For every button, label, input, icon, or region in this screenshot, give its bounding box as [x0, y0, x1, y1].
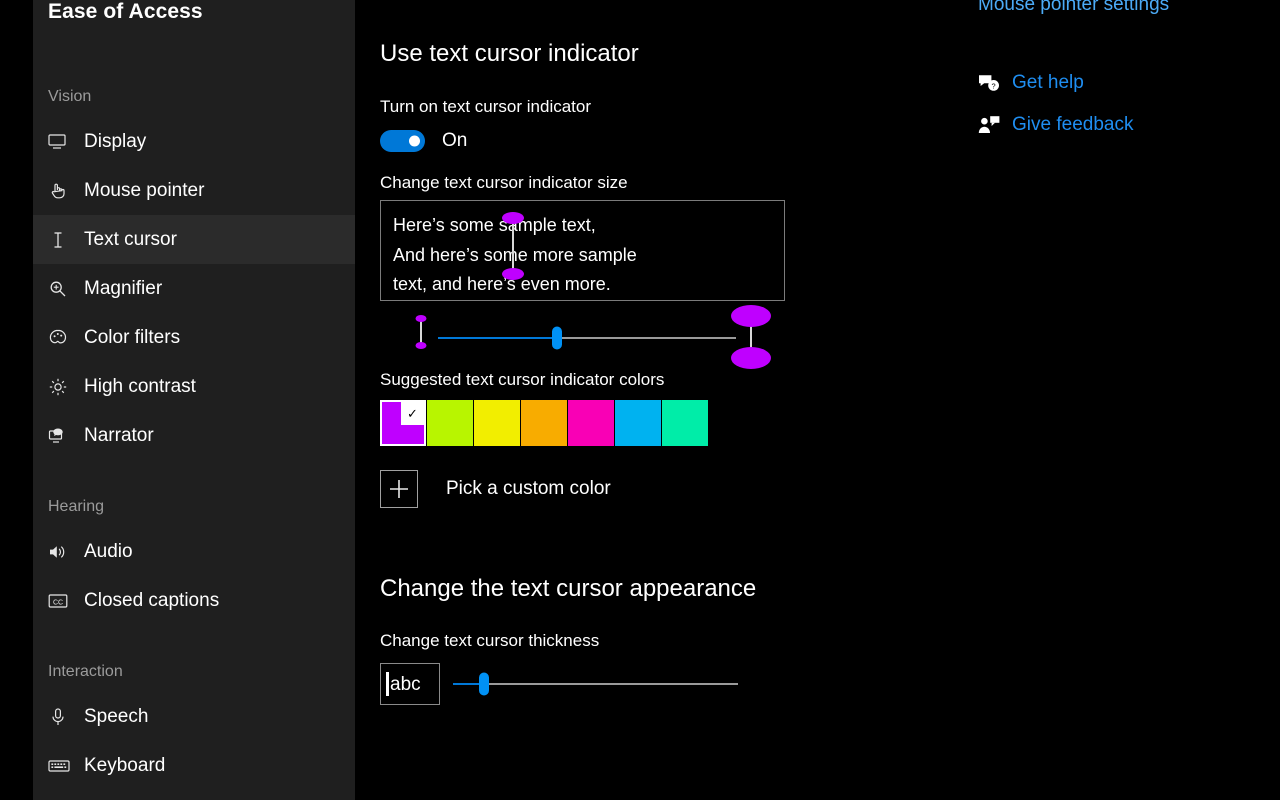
sidebar-item-label: High contrast: [84, 375, 196, 397]
sidebar-item-label: Closed captions: [84, 589, 220, 611]
svg-text:CC: CC: [53, 599, 63, 606]
sidebar-item-closed-captions[interactable]: CC Closed captions: [33, 576, 355, 625]
thickness-slider-track[interactable]: [453, 683, 738, 685]
text-cursor-indicator-toggle[interactable]: [380, 130, 425, 152]
sun-icon: [48, 376, 74, 398]
thickness-slider-thumb[interactable]: [479, 672, 490, 696]
indicator-size-slider-row: [380, 305, 785, 369]
sidebar-nav: Vision Display Mouse pointer Text cursor Mag…: [33, 85, 355, 790]
narrator-icon: [48, 425, 74, 447]
size-label: Change text cursor indicator size: [380, 173, 628, 192]
sample-line: text, and here’s even more.: [393, 274, 611, 294]
settings-window: Ease of Access Vision Display Mouse pointe…: [0, 0, 1280, 800]
color-swatch-spring-green[interactable]: [662, 400, 708, 446]
toggle-state-label: On: [442, 130, 468, 151]
color-swatch-orange[interactable]: [521, 400, 567, 446]
caret-top-lens: [731, 305, 771, 327]
svg-text:?: ?: [992, 81, 996, 90]
checkmark-icon: ✓: [401, 402, 424, 425]
size-slider-fill: [438, 336, 558, 339]
nav-group-label-hearing: Hearing: [48, 498, 105, 515]
caret-stem: [420, 319, 422, 345]
sidebar-item-label: Narrator: [84, 424, 154, 446]
caret-size-small-preview: [413, 312, 429, 362]
pick-custom-color-label: Pick a custom color: [446, 478, 611, 499]
color-swatch-cyan[interactable]: [615, 400, 661, 446]
hand-pointer-icon: [48, 180, 74, 202]
sidebar-item-color-filters[interactable]: Color filters: [33, 313, 355, 362]
sidebar-item-label: Keyboard: [84, 754, 166, 776]
sample-text-preview: Here’s some sample text, And here’s some…: [380, 200, 785, 301]
microphone-icon: [48, 706, 74, 728]
thickness-slider-row: [453, 663, 793, 705]
sidebar-item-label: Mouse pointer: [84, 179, 205, 201]
caret-top-lens: [415, 315, 427, 322]
sidebar-item-label: Speech: [84, 705, 149, 727]
caret-bottom-lens: [731, 347, 771, 369]
sidebar-item-keyboard[interactable]: Keyboard: [33, 741, 355, 790]
sample-line: Here’s some sample text,: [393, 215, 596, 235]
help-bubble-icon: ?: [978, 72, 1004, 94]
sample-line: And here’s some more sample: [393, 244, 637, 265]
window-left-gutter: [0, 0, 33, 800]
sidebar: Ease of Access Vision Display Mouse pointe…: [33, 0, 355, 800]
closed-caption-icon: CC: [48, 590, 74, 612]
link-mouse-pointer-settings[interactable]: Mouse pointer settings: [978, 0, 1169, 16]
feedback-person-icon: [978, 114, 1004, 136]
link-give-feedback[interactable]: Give feedback: [978, 114, 1133, 136]
main-content: Use text cursor indicator Turn on text c…: [355, 0, 960, 800]
caret-stem: [750, 316, 752, 358]
text-cursor-indicator-toggle-row: On: [380, 130, 467, 152]
toggle-knob: [409, 135, 420, 147]
thickness-preview-box: abc: [380, 663, 440, 705]
size-slider-thumb[interactable]: [552, 326, 563, 349]
palette-icon: [48, 327, 74, 349]
thickness-caret: [386, 672, 389, 696]
get-help-label: Get help: [1012, 72, 1084, 93]
toggle-label: Turn on text cursor indicator: [380, 97, 592, 116]
caret-bottom-lens: [415, 342, 427, 349]
nav-group-label-interaction: Interaction: [48, 663, 123, 680]
suggested-colors-row: ✓: [380, 400, 709, 446]
pick-custom-color-row[interactable]: Pick a custom color: [380, 470, 611, 508]
sidebar-item-display[interactable]: Display: [33, 117, 355, 166]
color-swatch-yellow[interactable]: [474, 400, 520, 446]
give-feedback-label: Give feedback: [1012, 114, 1134, 135]
magnifier-icon: [48, 278, 74, 300]
colors-label: Suggested text cursor indicator colors: [380, 370, 665, 389]
i-beam-icon: [48, 229, 74, 251]
plus-icon[interactable]: [380, 470, 418, 508]
thickness-label: Change text cursor thickness: [380, 631, 600, 650]
window-scrollbar-gutter[interactable]: [1268, 0, 1280, 800]
color-swatch-pink[interactable]: [568, 400, 614, 446]
sidebar-item-label: Audio: [84, 540, 133, 562]
sidebar-item-label: Magnifier: [84, 277, 163, 299]
sidebar-item-label: Color filters: [84, 326, 181, 348]
sidebar-title: Ease of Access: [48, 0, 203, 23]
sidebar-item-mouse-pointer[interactable]: Mouse pointer: [33, 166, 355, 215]
keyboard-icon: [48, 755, 74, 777]
appearance-heading: Change the text cursor appearance: [380, 575, 757, 602]
sidebar-item-narrator[interactable]: Narrator: [33, 411, 355, 460]
sidebar-item-speech[interactable]: Speech: [33, 692, 355, 741]
sidebar-item-label: Display: [84, 130, 147, 152]
sidebar-item-audio[interactable]: Audio: [33, 527, 355, 576]
related-settings-panel: Mouse pointer settings ? Get help Give f…: [960, 0, 1280, 800]
color-swatch-magenta[interactable]: ✓: [380, 400, 426, 446]
monitor-icon: [48, 131, 74, 153]
speaker-icon: [48, 541, 74, 563]
sidebar-item-high-contrast[interactable]: High contrast: [33, 362, 355, 411]
page-title: Use text cursor indicator: [380, 40, 639, 67]
thickness-preview-text: abc: [390, 673, 421, 695]
link-get-help[interactable]: ? Get help: [978, 72, 1084, 94]
sidebar-item-label: Text cursor: [84, 228, 177, 250]
sidebar-item-text-cursor[interactable]: Text cursor: [33, 215, 355, 264]
color-swatch-yellow-green[interactable]: [427, 400, 473, 446]
sidebar-item-magnifier[interactable]: Magnifier: [33, 264, 355, 313]
nav-group-label-vision: Vision: [48, 88, 92, 105]
